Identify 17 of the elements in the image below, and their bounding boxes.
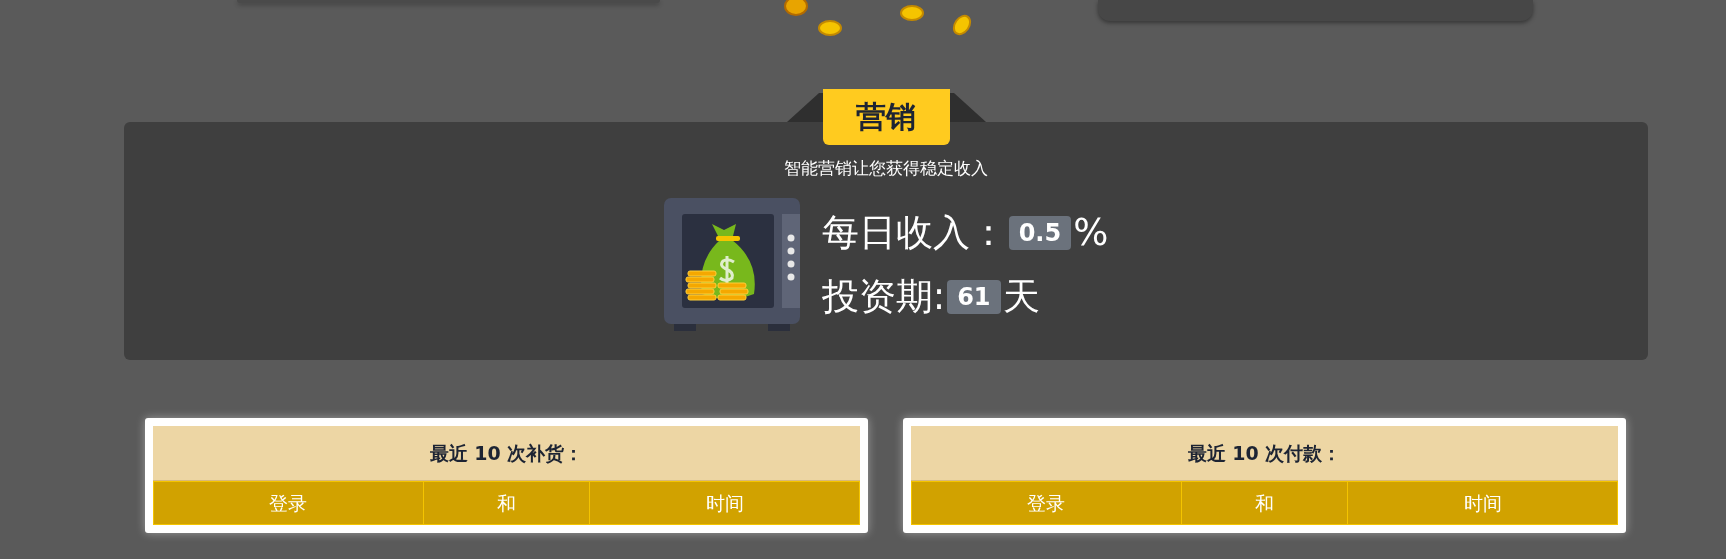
safe-money-icon — [663, 196, 802, 333]
column-header: 登录 — [1026, 491, 1067, 516]
unit-label: % — [1073, 211, 1109, 254]
column-header: 时间 — [1347, 482, 1617, 524]
table-title: 最近 10 次补货： — [153, 426, 860, 481]
unit-label: 天 — [1002, 273, 1040, 320]
value-field: 61 — [947, 279, 1001, 314]
stat-label: 投资期: — [821, 273, 946, 320]
table-title: 最近 10 次付款： — [911, 426, 1618, 481]
column-header: 时间 — [589, 482, 859, 524]
stat-label: 每日收入： — [821, 209, 1007, 256]
column-header: 和 — [1180, 482, 1348, 524]
subtitle: 智能营销让您获得稳定收入 — [784, 157, 988, 180]
section-title: 营销 — [822, 89, 950, 145]
column-header: 和 — [422, 482, 590, 524]
column-header: 登录 — [268, 491, 309, 516]
value-field: 0.5 — [1008, 215, 1072, 250]
